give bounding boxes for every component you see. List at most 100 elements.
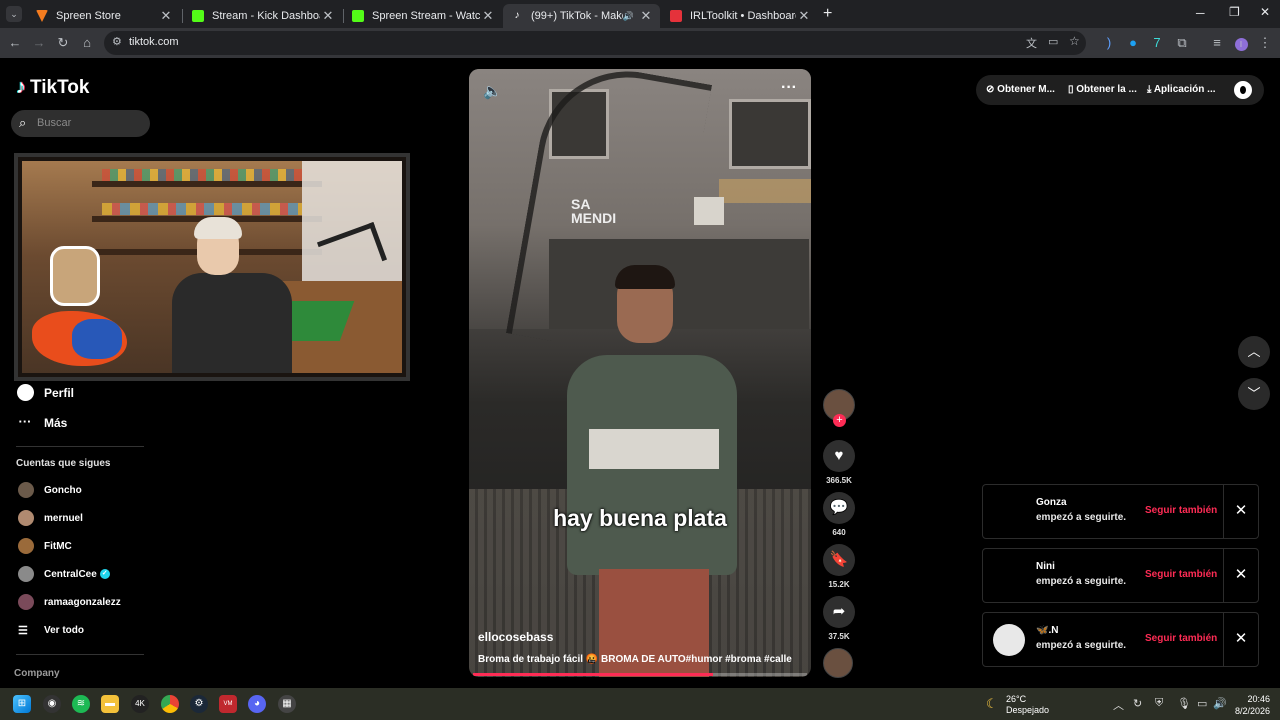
company-link[interactable]: Company: [14, 668, 60, 679]
back-arrow-icon[interactable]: ←: [6, 34, 24, 52]
video-caption-overlay: hay buena plata: [553, 505, 727, 531]
system-clock[interactable]: 20:46 8/2/2026: [1226, 693, 1270, 717]
address-bar[interactable]: ⚙ tiktok.com 文 ▭ ☆: [104, 31, 1086, 55]
tiktok-logo[interactable]: ♪ TikTok: [16, 76, 89, 99]
user-avatar[interactable]: [1234, 81, 1252, 99]
like-button[interactable]: ♥: [823, 440, 855, 472]
profile-avatar-icon[interactable]: I: [1232, 34, 1250, 52]
streamer-webcam-overlay: [14, 153, 410, 381]
close-icon[interactable]: ✕: [1231, 629, 1251, 647]
chrome-icon[interactable]: [161, 695, 179, 713]
following-item[interactable]: ramaagonzalezz: [18, 594, 121, 610]
close-icon[interactable]: ✕: [1231, 501, 1251, 519]
4k-app-icon[interactable]: 4K: [131, 695, 149, 713]
verified-badge-icon: ✓: [99, 569, 110, 579]
save-button[interactable]: 🔖: [823, 544, 855, 576]
close-icon[interactable]: ✕: [1231, 565, 1251, 583]
shield-icon[interactable]: ⛨: [1155, 697, 1163, 710]
follow-notification: Gonza empezó a seguirte. Seguir también …: [982, 484, 1259, 539]
following-item[interactable]: Goncho: [18, 482, 82, 498]
follow-plus-icon[interactable]: +: [833, 414, 846, 427]
audio-playing-icon[interactable]: 🔊: [623, 11, 634, 22]
following-item[interactable]: FitMC: [18, 538, 72, 554]
tab-spreen-store[interactable]: Spreen Store ✕: [28, 4, 180, 28]
window-close-icon[interactable]: ✕: [1260, 5, 1270, 19]
file-explorer-icon[interactable]: ▬: [101, 695, 119, 713]
close-icon[interactable]: ✕: [320, 8, 336, 24]
like-count: 366.5K: [826, 476, 852, 485]
weather-widget[interactable]: 26°C Despejado: [1006, 694, 1049, 716]
volume-icon[interactable]: 🔊: [1213, 697, 1227, 710]
notification-text: empezó a seguirte.: [1036, 640, 1127, 651]
see-all-link[interactable]: ☰ Ver todo: [18, 624, 84, 637]
close-icon[interactable]: ✕: [158, 8, 174, 24]
new-tab-plus-icon[interactable]: +: [823, 5, 832, 23]
search-box[interactable]: ⌕: [11, 110, 150, 137]
steam-icon[interactable]: ⚙: [190, 695, 208, 713]
tab-label: Stream - Kick Dashboard: [212, 10, 320, 22]
sync-icon[interactable]: ↻: [1133, 697, 1142, 710]
more-options-icon[interactable]: ···: [781, 79, 797, 97]
extensions-puzzle-icon[interactable]: ⧉: [1173, 34, 1191, 52]
media-controls-icon[interactable]: ≡: [1208, 34, 1226, 52]
video-player[interactable]: SA MENDI hay buena plata 🔈 ··· ellocoseb…: [469, 69, 811, 677]
restore-icon[interactable]: ❐: [1229, 5, 1240, 19]
tab-tiktok[interactable]: ♪ (99+) TikTok - Make Your Da 🔊 ✕: [503, 4, 660, 28]
search-input[interactable]: [37, 114, 142, 132]
webcam-room-scene: [22, 161, 402, 373]
following-item[interactable]: CentralCee ✓: [18, 566, 110, 582]
next-video-button[interactable]: ﹀: [1238, 378, 1270, 410]
app-icon[interactable]: ▦: [278, 695, 296, 713]
tab-kick-dashboard[interactable]: Stream - Kick Dashboard ✕: [184, 4, 342, 28]
video-subject-man: [559, 265, 739, 677]
video-progress-bar[interactable]: [473, 673, 807, 676]
windows-start-icon[interactable]: ⊞: [13, 695, 31, 713]
sound-avatar[interactable]: [823, 648, 853, 678]
home-icon[interactable]: ⌂: [78, 34, 96, 52]
get-app-link[interactable]: ▯ Obtener la ...: [1068, 84, 1137, 95]
get-coins-link[interactable]: ⊘ Obtener M...: [986, 84, 1055, 95]
extension-2-icon[interactable]: ●: [1124, 34, 1142, 52]
discord-icon[interactable]: ◕: [248, 695, 266, 713]
tab-irltoolkit[interactable]: IRLToolkit • Dashboard ✕: [662, 4, 818, 28]
forward-arrow-icon[interactable]: →: [30, 34, 48, 52]
follow-back-button[interactable]: Seguir también: [1145, 505, 1217, 516]
microphone-icon[interactable]: 🎙: [1177, 697, 1191, 710]
desktop-app-link[interactable]: ⤓ Aplicación ...: [1147, 84, 1216, 95]
obs-icon[interactable]: ◉: [43, 695, 61, 713]
video-author[interactable]: ellocosebass: [478, 630, 553, 644]
extension-3-icon[interactable]: 7: [1148, 34, 1166, 52]
network-icon[interactable]: ▭: [1197, 697, 1207, 710]
nav-profile[interactable]: Perfil: [16, 384, 74, 402]
tab-spreen-stream[interactable]: Spreen Stream - Watch Live on ✕: [344, 4, 502, 28]
irltoolkit-favicon-icon: [670, 10, 682, 22]
tray-overflow-icon[interactable]: ︿: [1113, 697, 1124, 713]
follow-back-button[interactable]: Seguir también: [1145, 633, 1217, 644]
temperature: 26°C: [1006, 694, 1027, 704]
site-info-icon[interactable]: ⚙: [112, 35, 122, 48]
close-icon[interactable]: ✕: [796, 8, 812, 24]
minimize-icon[interactable]: ─: [1196, 6, 1205, 20]
following-name: mernuel: [44, 512, 83, 524]
avatar: [18, 538, 34, 554]
bookmark-star-icon[interactable]: ☆: [1069, 34, 1080, 48]
close-icon[interactable]: ✕: [638, 8, 654, 24]
tab-search-button[interactable]: ⌄: [6, 6, 22, 22]
previous-video-button[interactable]: ︿: [1238, 336, 1270, 368]
translate-icon[interactable]: 文: [1026, 35, 1037, 51]
extension-1-icon[interactable]: ): [1100, 34, 1118, 52]
url-text[interactable]: tiktok.com: [129, 36, 179, 48]
reload-icon[interactable]: ↻: [54, 34, 72, 52]
voicemeeter-icon[interactable]: VM: [219, 695, 237, 713]
notification-text: empezó a seguirte.: [1036, 512, 1127, 523]
close-icon[interactable]: ✕: [480, 8, 496, 24]
follow-back-button[interactable]: Seguir también: [1145, 569, 1217, 580]
browser-menu-icon[interactable]: ⋮: [1256, 34, 1274, 52]
cast-icon[interactable]: ▭: [1048, 35, 1058, 48]
share-button[interactable]: ➦: [823, 596, 855, 628]
comment-button[interactable]: 💬: [823, 492, 855, 524]
volume-icon[interactable]: 🔈: [483, 82, 502, 100]
nav-more[interactable]: ··· Más: [16, 414, 68, 432]
following-item[interactable]: mernuel: [18, 510, 83, 526]
spotify-icon[interactable]: ≋: [72, 695, 90, 713]
